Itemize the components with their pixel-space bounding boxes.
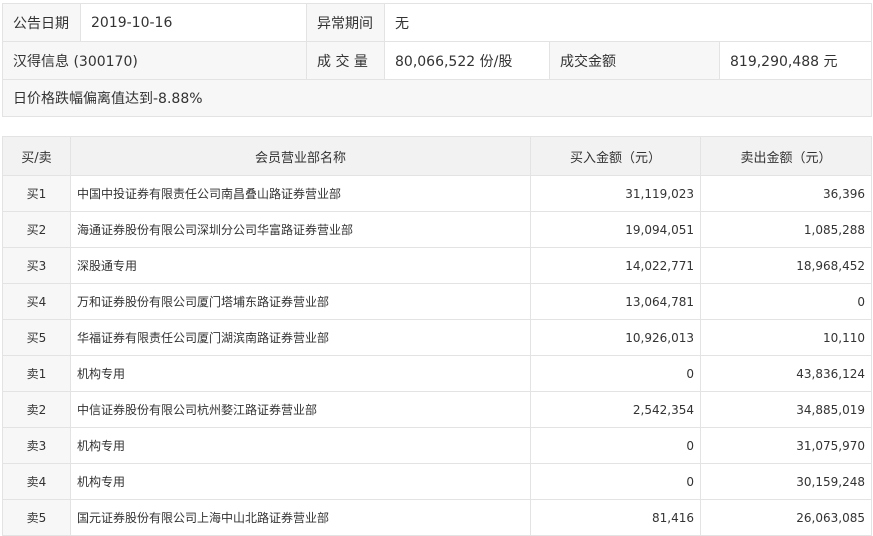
stock-name: 汉得信息 (300170) <box>2 41 307 80</box>
row-sell: 26,063,085 <box>700 499 872 536</box>
info-row-reason: 日价格跌幅偏离值达到-8.88% <box>1 79 873 117</box>
table-row: 买2 海通证券股份有限公司深圳分公司华富路证券营业部 19,094,051 1,… <box>2 211 872 248</box>
table-row: 卖1 机构专用 0 43,836,124 <box>2 355 872 392</box>
table-row: 买3 深股通专用 14,022,771 18,968,452 <box>2 247 872 284</box>
listing-reason: 日价格跌幅偏离值达到-8.88% <box>1 79 873 117</box>
row-side: 买2 <box>2 211 71 248</box>
row-buy: 81,416 <box>530 499 701 536</box>
abnormal-period-label: 异常期间 <box>306 3 385 42</box>
row-dept: 中信证券股份有限公司杭州婺江路证券营业部 <box>70 391 531 428</box>
row-buy: 0 <box>530 463 701 500</box>
announcement-info-table: 公告日期 2019-10-16 异常期间 无 汉得信息 (300170) 成 交… <box>1 3 873 117</box>
row-sell: 36,396 <box>700 175 872 212</box>
row-buy: 0 <box>530 355 701 392</box>
row-side: 卖3 <box>2 427 71 464</box>
volume-label: 成 交 量 <box>306 41 385 80</box>
table-row: 买4 万和证券股份有限公司厦门塔埔东路证券营业部 13,064,781 0 <box>2 283 872 320</box>
abnormal-period-value: 无 <box>383 3 873 42</box>
row-sell: 43,836,124 <box>700 355 872 392</box>
table-row: 卖2 中信证券股份有限公司杭州婺江路证券营业部 2,542,354 34,885… <box>2 391 872 428</box>
row-dept: 机构专用 <box>70 355 531 392</box>
row-side: 买4 <box>2 283 71 320</box>
info-row-date: 公告日期 2019-10-16 异常期间 无 <box>2 3 873 42</box>
row-side: 买3 <box>2 247 71 284</box>
row-dept: 中国中投证券有限责任公司南昌叠山路证券营业部 <box>70 175 531 212</box>
header-buy: 买入金额（元） <box>530 136 701 176</box>
row-side: 卖5 <box>2 499 71 536</box>
table-row: 卖4 机构专用 0 30,159,248 <box>2 463 872 500</box>
row-sell: 31,075,970 <box>700 427 872 464</box>
table-row: 买5 华福证券有限责任公司厦门湖滨南路证券营业部 10,926,013 10,1… <box>2 319 872 356</box>
volume-value: 80,066,522 份/股 <box>384 41 550 80</box>
row-buy: 10,926,013 <box>530 319 701 356</box>
table-row: 买1 中国中投证券有限责任公司南昌叠山路证券营业部 31,119,023 36,… <box>2 175 872 212</box>
turnover-label: 成交金额 <box>549 41 720 80</box>
row-dept: 国元证券股份有限公司上海中山北路证券营业部 <box>70 499 531 536</box>
turnover-value: 819,290,488 元 <box>718 41 873 80</box>
row-sell: 0 <box>700 283 872 320</box>
trade-header-row: 买/卖 会员营业部名称 买入金额（元） 卖出金额（元） <box>2 136 872 176</box>
table-row: 卖3 机构专用 0 31,075,970 <box>2 427 872 464</box>
row-buy: 19,094,051 <box>530 211 701 248</box>
row-side: 买5 <box>2 319 71 356</box>
row-sell: 18,968,452 <box>700 247 872 284</box>
announce-date-label: 公告日期 <box>2 3 81 42</box>
header-sell: 卖出金额（元） <box>700 136 872 176</box>
row-dept: 华福证券有限责任公司厦门湖滨南路证券营业部 <box>70 319 531 356</box>
row-dept: 万和证券股份有限公司厦门塔埔东路证券营业部 <box>70 283 531 320</box>
row-sell: 34,885,019 <box>700 391 872 428</box>
row-buy: 0 <box>530 427 701 464</box>
row-buy: 13,064,781 <box>530 283 701 320</box>
row-buy: 2,542,354 <box>530 391 701 428</box>
row-sell: 30,159,248 <box>700 463 872 500</box>
row-dept: 深股通专用 <box>70 247 531 284</box>
header-side: 买/卖 <box>2 136 71 176</box>
row-buy: 14,022,771 <box>530 247 701 284</box>
row-dept: 机构专用 <box>70 463 531 500</box>
info-row-stock: 汉得信息 (300170) 成 交 量 80,066,522 份/股 成交金额 … <box>2 41 873 80</box>
row-buy: 31,119,023 <box>530 175 701 212</box>
row-side: 卖4 <box>2 463 71 500</box>
row-sell: 1,085,288 <box>700 211 872 248</box>
announce-date-value: 2019-10-16 <box>80 3 307 42</box>
trade-detail-table: 买/卖 会员营业部名称 买入金额（元） 卖出金额（元） 买1 中国中投证券有限责… <box>2 136 872 536</box>
header-dept: 会员营业部名称 <box>70 136 531 176</box>
row-side: 买1 <box>2 175 71 212</box>
row-side: 卖2 <box>2 391 71 428</box>
row-side: 卖1 <box>2 355 71 392</box>
row-dept: 机构专用 <box>70 427 531 464</box>
table-row: 卖5 国元证券股份有限公司上海中山北路证券营业部 81,416 26,063,0… <box>2 499 872 536</box>
row-dept: 海通证券股份有限公司深圳分公司华富路证券营业部 <box>70 211 531 248</box>
row-sell: 10,110 <box>700 319 872 356</box>
